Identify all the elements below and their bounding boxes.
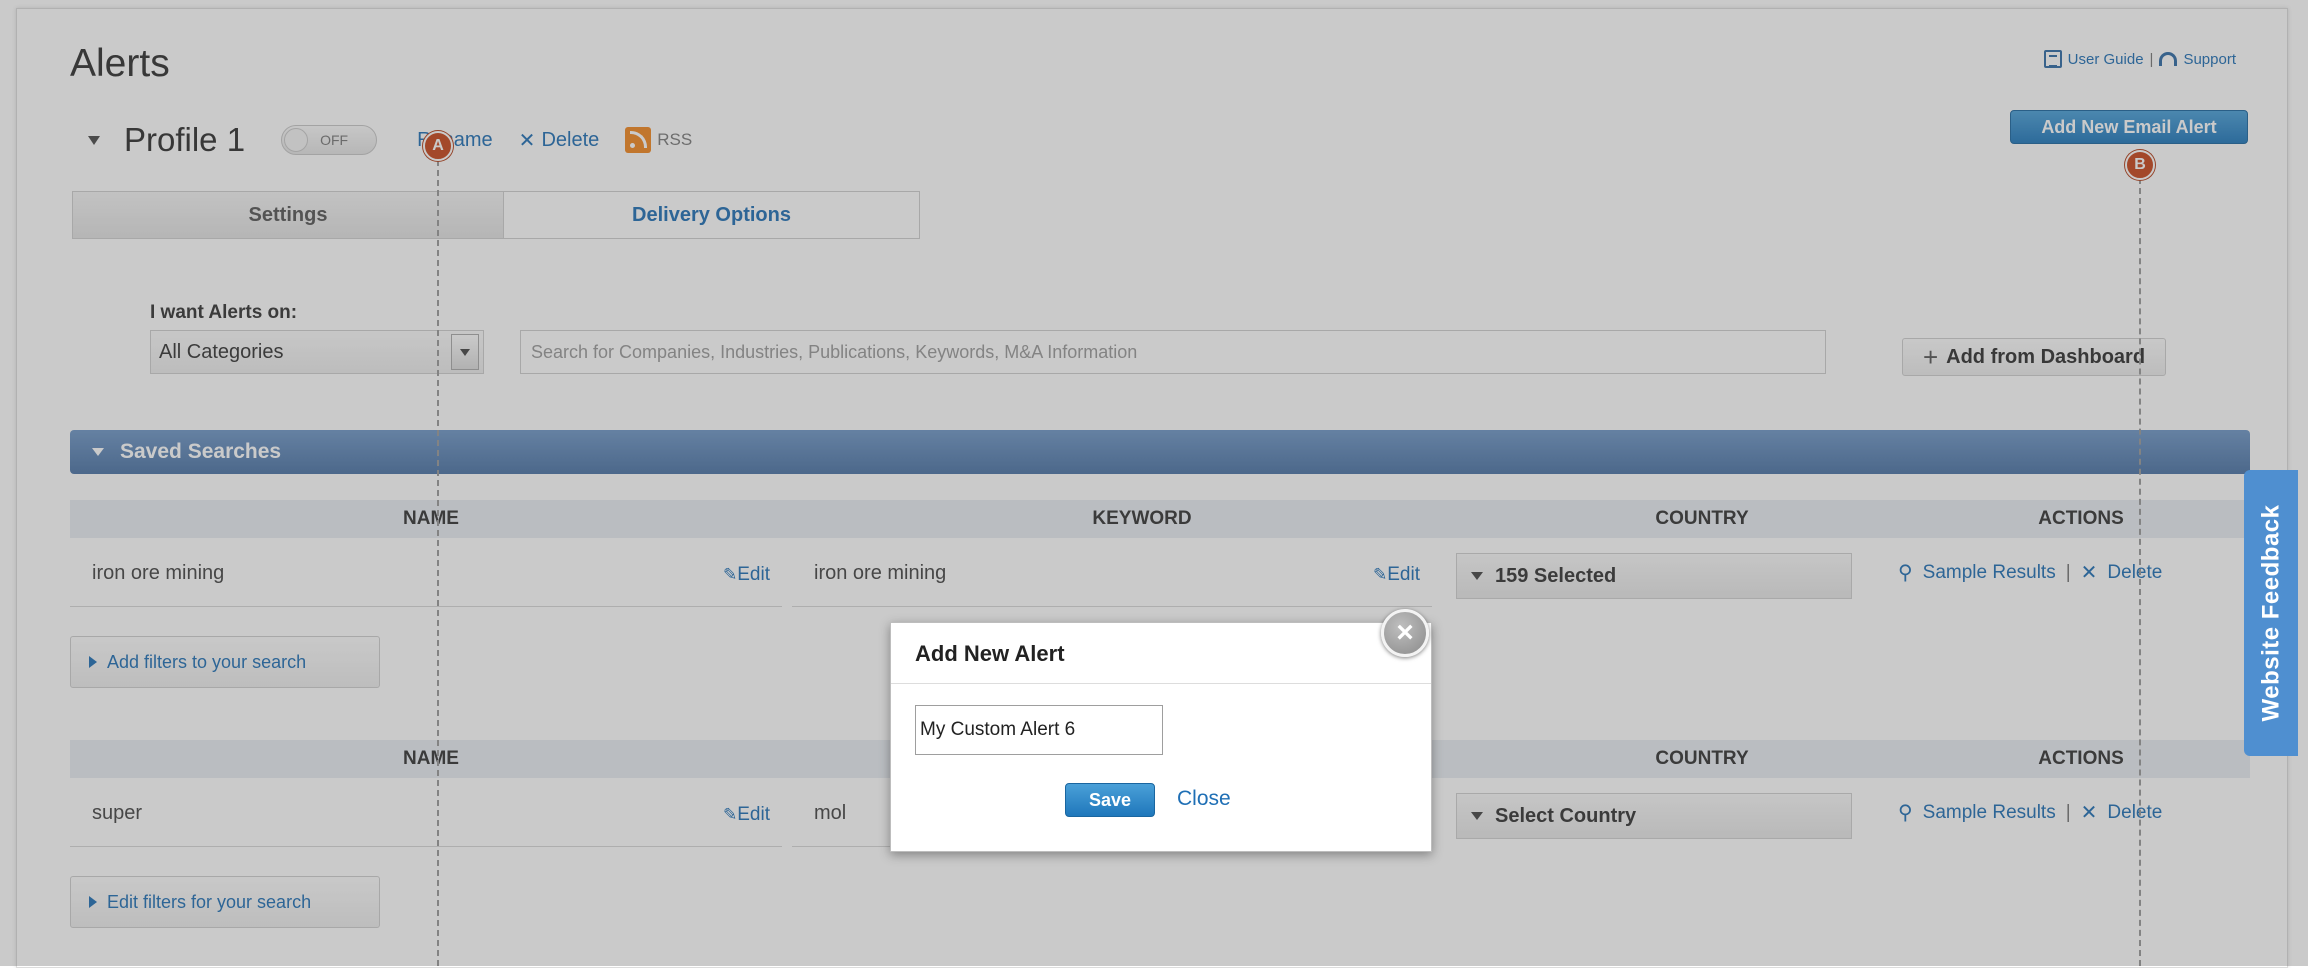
app-window: Alerts User Guide | Support Profile 1 OF… (0, 0, 2308, 968)
dialog-divider (891, 683, 1431, 684)
alert-name-input[interactable] (915, 705, 1163, 755)
website-feedback-tab[interactable]: Website Feedback (2244, 470, 2298, 756)
add-new-alert-dialog: Add New Alert Save Close (890, 622, 1432, 852)
close-link[interactable]: Close (1177, 787, 1231, 811)
save-button[interactable]: Save (1065, 783, 1155, 817)
website-feedback-label: Website Feedback (2257, 504, 2284, 722)
close-icon[interactable]: × (1381, 609, 1429, 657)
dialog-title: Add New Alert (915, 641, 1065, 666)
